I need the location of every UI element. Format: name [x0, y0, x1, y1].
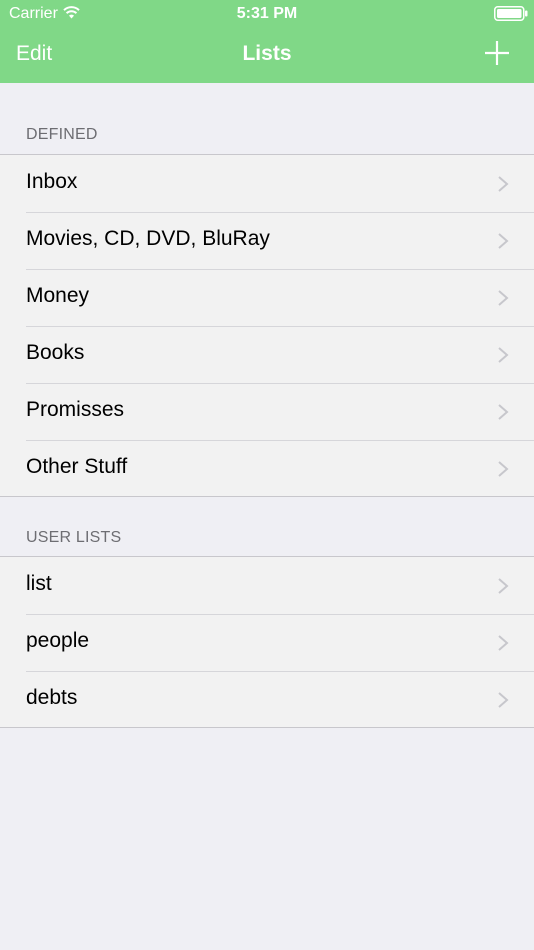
- list-item-label: debts: [26, 686, 78, 709]
- chevron-right-icon: [498, 461, 509, 477]
- list-item[interactable]: debts: [0, 670, 534, 727]
- list-item-label: people: [26, 629, 90, 652]
- list-item[interactable]: Other Stuff: [0, 439, 534, 496]
- plus-icon: [485, 41, 509, 65]
- chevron-right-icon: [498, 233, 509, 249]
- section-header-defined: DEFINED: [26, 126, 98, 143]
- page-title: Lists: [242, 42, 292, 65]
- list-item-label: Books: [26, 341, 85, 364]
- list-item[interactable]: people: [0, 613, 534, 670]
- list-item[interactable]: list: [0, 557, 534, 613]
- list-item-label: Money: [26, 284, 90, 307]
- user-lists-section: list people debts: [0, 556, 534, 728]
- chevron-right-icon: [498, 635, 509, 651]
- list-item-label: Promisses: [26, 398, 125, 421]
- section-header-user-lists: USER LISTS: [26, 529, 122, 546]
- battery-icon: [494, 6, 528, 21]
- chevron-right-icon: [498, 404, 509, 420]
- defined-lists-section: Inbox Movies, CD, DVD, BluRay Money Book…: [0, 154, 534, 497]
- chevron-right-icon: [498, 578, 509, 594]
- list-item[interactable]: Money: [0, 268, 534, 325]
- list-item[interactable]: Inbox: [0, 155, 534, 211]
- list-item[interactable]: Movies, CD, DVD, BluRay: [0, 211, 534, 268]
- chevron-right-icon: [498, 176, 509, 192]
- list-item-label: list: [26, 572, 52, 595]
- chevron-right-icon: [498, 692, 509, 708]
- chevron-right-icon: [498, 347, 509, 363]
- list-item-label: Inbox: [26, 170, 78, 193]
- navigation-bar: Edit Lists: [0, 28, 534, 83]
- list-item[interactable]: Books: [0, 325, 534, 382]
- add-list-button[interactable]: [484, 40, 510, 66]
- list-item[interactable]: Promisses: [0, 382, 534, 439]
- chevron-right-icon: [498, 290, 509, 306]
- list-item-label: Other Stuff: [26, 455, 128, 478]
- status-time: 5:31 PM: [236, 5, 298, 22]
- status-bar: Carrier 5:31 PM: [0, 0, 534, 28]
- header: Carrier 5:31 PM Edit Lists: [0, 0, 534, 83]
- list-item-label: Movies, CD, DVD, BluRay: [26, 227, 270, 250]
